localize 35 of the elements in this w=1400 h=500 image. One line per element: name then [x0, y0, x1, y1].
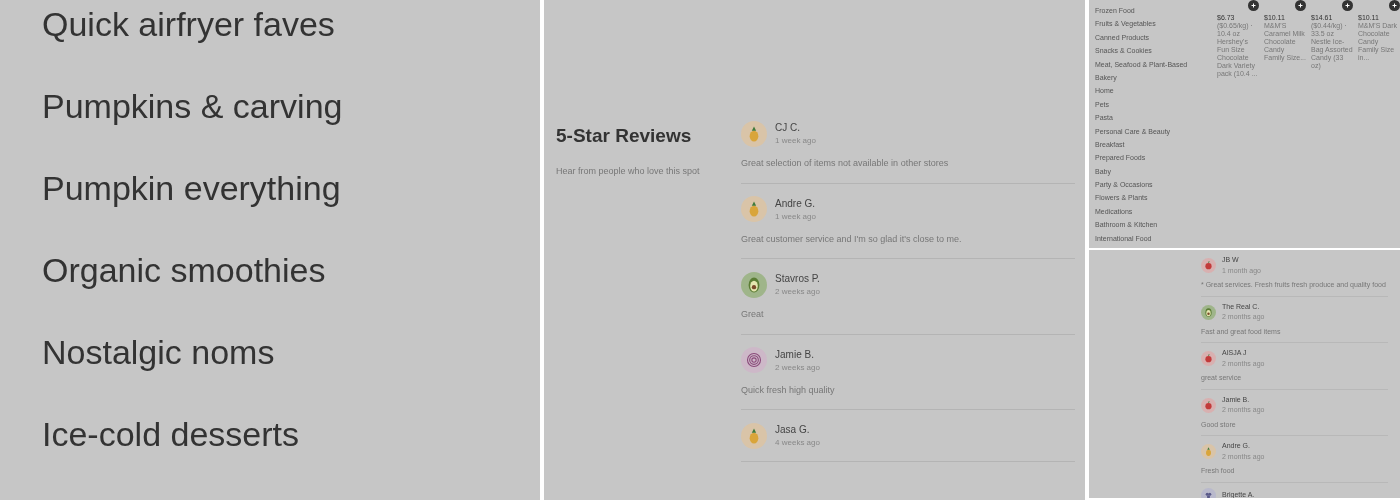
avatar-icon — [1201, 444, 1216, 459]
collection-title[interactable]: Pumpkin everything — [42, 168, 541, 208]
avatar-icon — [1201, 487, 1216, 498]
add-button[interactable] — [1248, 0, 1259, 11]
avatar-icon — [741, 422, 768, 449]
plus-icon — [1298, 3, 1303, 8]
reviewer-name: CJ C. — [775, 121, 802, 135]
avatar-icon — [1201, 351, 1216, 366]
plus-icon — [1345, 3, 1350, 8]
review-text: Great customer service and I'm so glad it's close to me. — [741, 232, 963, 246]
plus-icon — [1392, 3, 1397, 8]
reviewer-name: Andre G. — [775, 196, 816, 211]
avatar-icon — [741, 120, 768, 147]
add-button[interactable] — [1389, 0, 1400, 11]
add-button[interactable] — [1342, 0, 1353, 11]
collection-title[interactable]: Nostalgic noms — [42, 332, 541, 372]
section-title: 5-Star Reviews — [556, 124, 693, 148]
review-text: Quick fresh high quality — [741, 383, 836, 397]
add-button[interactable] — [1295, 0, 1306, 11]
reviewer-name: Stavros P. — [775, 272, 820, 286]
collection-title[interactable]: Organic smoothies — [42, 250, 541, 290]
review-text: Great — [741, 308, 765, 321]
avatar-icon — [1201, 304, 1216, 320]
reviewer-name: Jasa G. — [775, 423, 811, 437]
avatar-icon — [741, 271, 768, 298]
avatar-icon — [1201, 258, 1216, 273]
avatar-icon — [1201, 397, 1216, 413]
plus-icon — [1251, 3, 1256, 8]
avatar-icon — [741, 196, 768, 222]
reviewer-name: Jamie B. — [775, 347, 815, 362]
collection-title[interactable]: Pumpkins & carving — [42, 86, 541, 126]
collection-title[interactable]: Ice-cold desserts — [42, 414, 541, 454]
section-subtitle: Hear from people who love this spot — [556, 164, 701, 178]
collection-title[interactable]: Quick airfryer faves — [42, 4, 541, 44]
avatar-icon — [741, 347, 768, 373]
